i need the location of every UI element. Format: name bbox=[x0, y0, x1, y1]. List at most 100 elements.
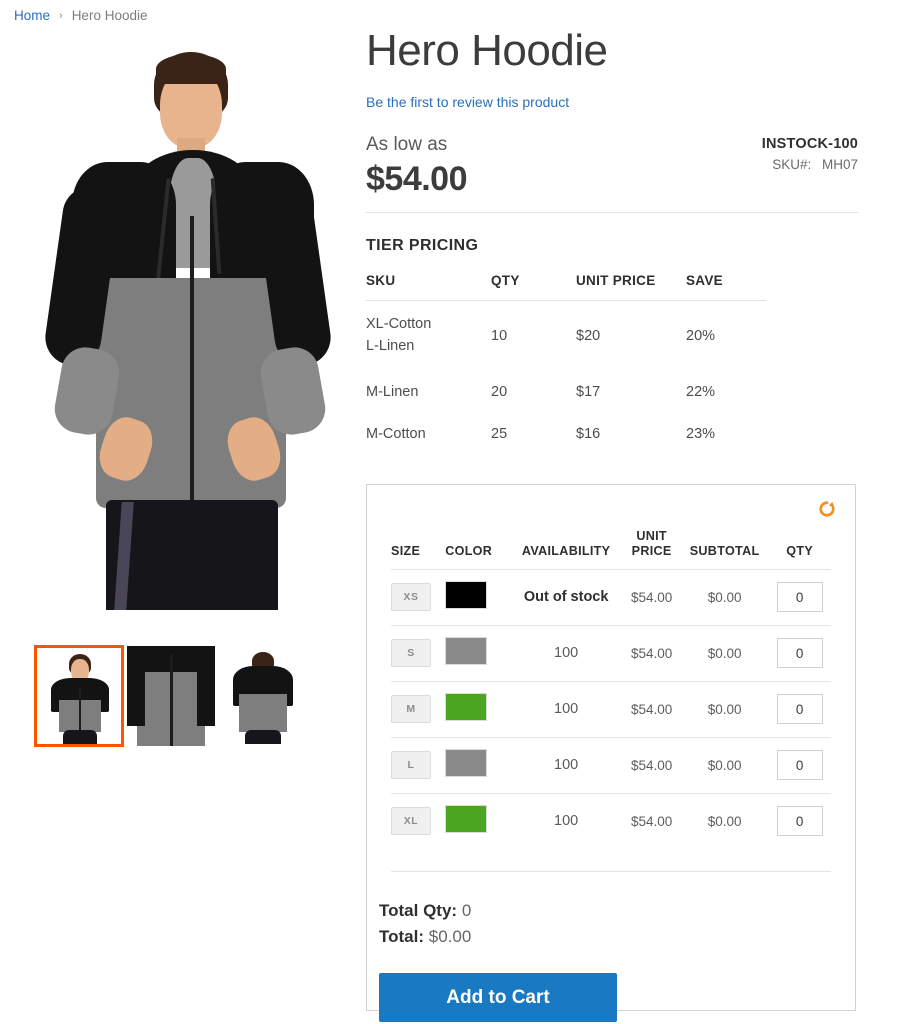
size-cell: L bbox=[391, 737, 446, 794]
tier-col-unit-price: UNIT PRICE bbox=[576, 273, 686, 302]
size-cell: S bbox=[391, 625, 446, 682]
total-qty-value: 0 bbox=[461, 900, 472, 920]
col-size: SIZE bbox=[391, 529, 446, 570]
subtotal-cell: $0.00 bbox=[707, 813, 742, 829]
unit-price-cell: $54.00 bbox=[622, 569, 681, 626]
qty-input-m[interactable] bbox=[776, 694, 823, 725]
thumbnail-hero-hoodie-detail-zipper[interactable] bbox=[126, 645, 216, 747]
tier-pricing-heading: TIER PRICING bbox=[366, 237, 479, 255]
sku-label: SKU#: bbox=[772, 157, 812, 173]
color-cell bbox=[445, 625, 510, 682]
color-swatch-green[interactable] bbox=[445, 804, 488, 833]
tier-qty: 20 bbox=[491, 383, 508, 400]
tier-sku-line: L-Linen bbox=[366, 337, 415, 354]
tier-table-header-row: SKU QTY UNIT PRICE SAVE bbox=[366, 273, 766, 302]
color-swatch-gray[interactable] bbox=[445, 748, 488, 777]
thumbnail-strip bbox=[34, 645, 308, 747]
table-row: M-Linen 20 $17 22% bbox=[366, 371, 766, 413]
totals-block: Total Qty: 0 Total: $0.00 bbox=[379, 898, 855, 951]
size-cell: XL bbox=[391, 793, 445, 849]
size-swatch-m[interactable]: M bbox=[391, 695, 431, 724]
col-color: COLOR bbox=[445, 529, 510, 570]
color-swatch-black[interactable] bbox=[445, 580, 488, 609]
thumbnail-hero-hoodie-back-model[interactable] bbox=[218, 645, 308, 747]
tier-col-qty: QTY bbox=[491, 273, 576, 302]
tier-sku: M-Linen bbox=[366, 383, 419, 400]
tier-qty: 25 bbox=[491, 425, 508, 442]
qty-cell bbox=[768, 681, 831, 738]
status-badge: INSTOCK-100 bbox=[761, 136, 858, 153]
main-product-image[interactable] bbox=[14, 30, 334, 610]
breadcrumb-home-link[interactable]: Home bbox=[14, 8, 50, 23]
size-swatch-l[interactable]: L bbox=[391, 751, 431, 780]
qty-cell bbox=[768, 569, 831, 626]
hoodie-model-illustration bbox=[14, 30, 334, 610]
qty-input-s[interactable] bbox=[776, 638, 823, 669]
thumb-front-illustration bbox=[37, 648, 121, 744]
product-gallery bbox=[14, 30, 334, 747]
col-subtotal: SUBTOTAL bbox=[680, 529, 769, 570]
tier-save: 23% bbox=[686, 425, 716, 442]
tier-save: 22% bbox=[686, 383, 716, 400]
tier-unit-price: $17 bbox=[576, 383, 601, 400]
total-qty-row: Total Qty: 0 bbox=[379, 898, 855, 924]
breadcrumb-separator-icon: › bbox=[59, 9, 63, 22]
qty-input-xs[interactable] bbox=[776, 582, 823, 613]
color-swatch-green[interactable] bbox=[445, 692, 488, 721]
size-swatch-xs[interactable]: XS bbox=[391, 583, 431, 612]
refresh-icon[interactable] bbox=[817, 499, 837, 519]
tier-unit-price: $16 bbox=[576, 425, 601, 442]
col-unit-price-line1: UNIT bbox=[636, 529, 667, 543]
total-value: $0.00 bbox=[428, 927, 472, 947]
table-row: XL 100 $54.00 $0.00 bbox=[391, 793, 831, 849]
col-qty: QTY bbox=[768, 529, 831, 570]
divider bbox=[391, 870, 831, 872]
subtotal-cell: $0.00 bbox=[680, 625, 769, 682]
thumb-back-illustration bbox=[219, 646, 307, 746]
table-row: L 100 $54.00 $0.00 bbox=[391, 737, 831, 794]
tier-pricing-section: TIER PRICING SKU QTY UNIT PRICE SAVE XL-… bbox=[366, 237, 858, 455]
divider bbox=[366, 212, 858, 214]
col-availability: AVAILABILITY bbox=[509, 529, 623, 570]
unit-price-cell: $54.00 bbox=[630, 813, 673, 829]
col-unit-price: UNIT PRICE bbox=[622, 529, 681, 570]
subtotal-cell: $0.00 bbox=[680, 569, 769, 626]
size-swatch-xl[interactable]: XL bbox=[391, 807, 431, 836]
sku-line: SKU#: MH07 bbox=[762, 157, 858, 172]
total-qty-label: Total Qty: bbox=[379, 900, 458, 920]
qty-cell bbox=[768, 793, 831, 849]
availability-cell: Out of stock bbox=[509, 569, 623, 626]
table-row: S 100 $54.00 $0.00 bbox=[391, 625, 831, 682]
page-title: Hero Hoodie bbox=[366, 26, 608, 75]
table-row: M 100 $54.00 $0.00 bbox=[391, 681, 831, 738]
thumbnail-hero-hoodie-front-model[interactable] bbox=[34, 645, 124, 747]
qty-cell bbox=[768, 737, 831, 794]
price-and-stock: As low as $54.00 INSTOCK-100 SKU#: MH07 bbox=[366, 134, 858, 206]
tier-unit-price: $20 bbox=[576, 327, 601, 344]
size-cell: XS bbox=[391, 569, 446, 626]
table-row: XS Out of stock $54.00 $0.00 bbox=[391, 569, 831, 626]
size-swatch-s[interactable]: S bbox=[391, 639, 431, 668]
write-review-link[interactable]: Be the first to review this product bbox=[366, 94, 569, 110]
tier-qty: 10 bbox=[491, 327, 508, 344]
subtotal-cell: $0.00 bbox=[680, 737, 769, 794]
product-page: Home › Hero Hoodie Hero Hoodie Be the fi… bbox=[0, 0, 905, 1024]
sku-value: MH07 bbox=[821, 157, 858, 173]
color-cell bbox=[445, 737, 510, 794]
breadcrumb: Home › Hero Hoodie bbox=[14, 8, 147, 23]
breadcrumb-current: Hero Hoodie bbox=[71, 8, 148, 23]
tier-sku-line: XL-Cotton bbox=[366, 316, 432, 333]
total-row: Total: $0.00 bbox=[379, 924, 855, 950]
qty-input-xl[interactable] bbox=[776, 806, 823, 837]
thumb-detail-illustration bbox=[127, 646, 215, 746]
qty-cell bbox=[768, 625, 831, 682]
size-cell: M bbox=[391, 681, 446, 738]
add-to-cart-button[interactable]: Add to Cart bbox=[379, 973, 617, 1023]
total-label: Total: bbox=[379, 927, 425, 947]
availability-cell: 100 bbox=[509, 737, 623, 794]
color-swatch-gray[interactable] bbox=[445, 636, 488, 665]
tier-sku: M-Cotton bbox=[366, 425, 426, 442]
tier-col-save: SAVE bbox=[686, 273, 766, 302]
qty-input-l[interactable] bbox=[776, 750, 823, 781]
unit-price-cell: $54.00 bbox=[622, 625, 681, 682]
